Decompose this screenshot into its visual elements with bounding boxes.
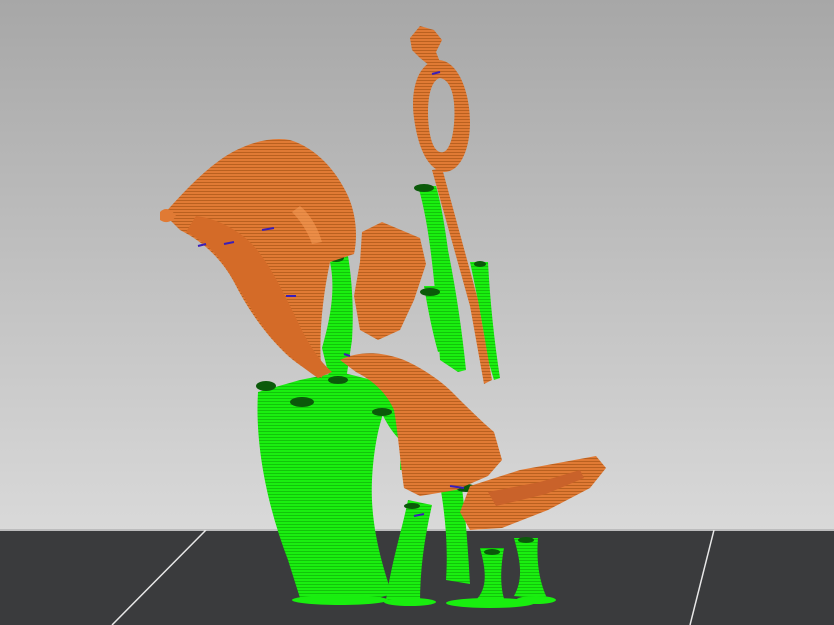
support-tip	[256, 381, 276, 391]
support-foot	[384, 598, 436, 606]
support-tip	[372, 408, 392, 416]
support-tip	[414, 184, 434, 192]
support-tip	[290, 397, 314, 407]
support-tip	[518, 537, 534, 543]
support-foot	[292, 595, 388, 605]
support-foot	[516, 596, 556, 604]
support-tip	[420, 288, 440, 296]
3d-viewport[interactable]	[0, 0, 834, 625]
support-tip	[328, 376, 348, 384]
scene-canvas[interactable]	[0, 0, 834, 625]
support-tip	[404, 503, 420, 509]
support-tip	[484, 549, 500, 555]
support-tip	[474, 261, 486, 267]
